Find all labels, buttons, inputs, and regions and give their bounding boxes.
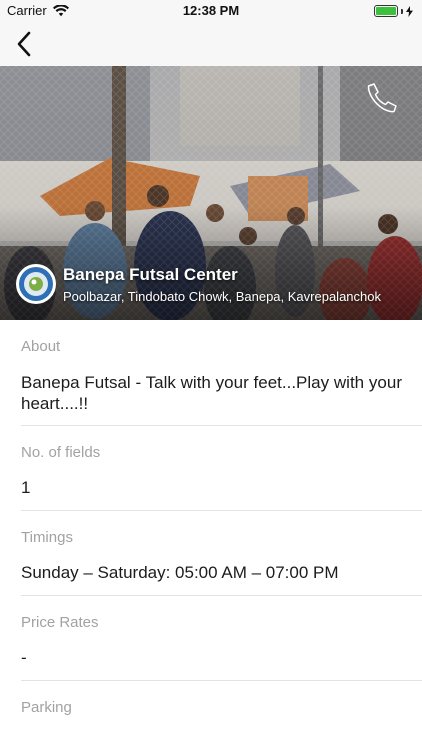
venue-header: Banepa Futsal Center Poolbazar, Tindobat…	[0, 66, 422, 320]
price-value: -	[21, 648, 27, 667]
battery-icon	[374, 5, 413, 17]
charging-bolt-icon	[406, 5, 413, 17]
battery-nub	[401, 8, 403, 14]
phone-icon	[367, 83, 397, 113]
timings-section: Timings Sunday – Saturday: 05:00 AM – 07…	[21, 511, 422, 596]
call-button[interactable]	[362, 78, 402, 118]
venue-info: Banepa Futsal Center Poolbazar, Tindobat…	[16, 264, 414, 306]
price-label: Price Rates	[21, 614, 99, 631]
chevron-left-icon	[17, 31, 31, 57]
fields-value: 1	[21, 478, 31, 497]
about-label: About	[21, 338, 61, 355]
venue-details: About Banepa Futsal - Talk with your fee…	[0, 320, 422, 741]
navigation-bar	[0, 22, 422, 66]
battery-body	[374, 5, 398, 17]
battery-fill	[376, 7, 396, 15]
status-bar: Carrier 12:38 PM	[0, 0, 422, 22]
parking-label: Parking	[21, 699, 72, 716]
price-section: Price Rates -	[21, 596, 422, 681]
parking-section: Parking	[21, 681, 422, 741]
timings-value: Sunday – Saturday: 05:00 AM – 07:00 PM	[21, 563, 339, 582]
venue-logo-icon	[16, 264, 56, 304]
fields-label: No. of fields	[21, 444, 101, 461]
fields-section: No. of fields 1	[21, 426, 422, 511]
venue-name: Banepa Futsal Center	[63, 265, 238, 284]
venue-address: Poolbazar, Tindobato Chowk, Banepa, Kavr…	[63, 289, 381, 304]
about-value: Banepa Futsal - Talk with your feet...Pl…	[21, 373, 402, 413]
back-button[interactable]	[8, 28, 40, 60]
timings-label: Timings	[21, 529, 73, 546]
logo-graphic	[19, 267, 53, 301]
status-time: 12:38 PM	[182, 3, 240, 18]
about-section: About Banepa Futsal - Talk with your fee…	[21, 320, 422, 426]
